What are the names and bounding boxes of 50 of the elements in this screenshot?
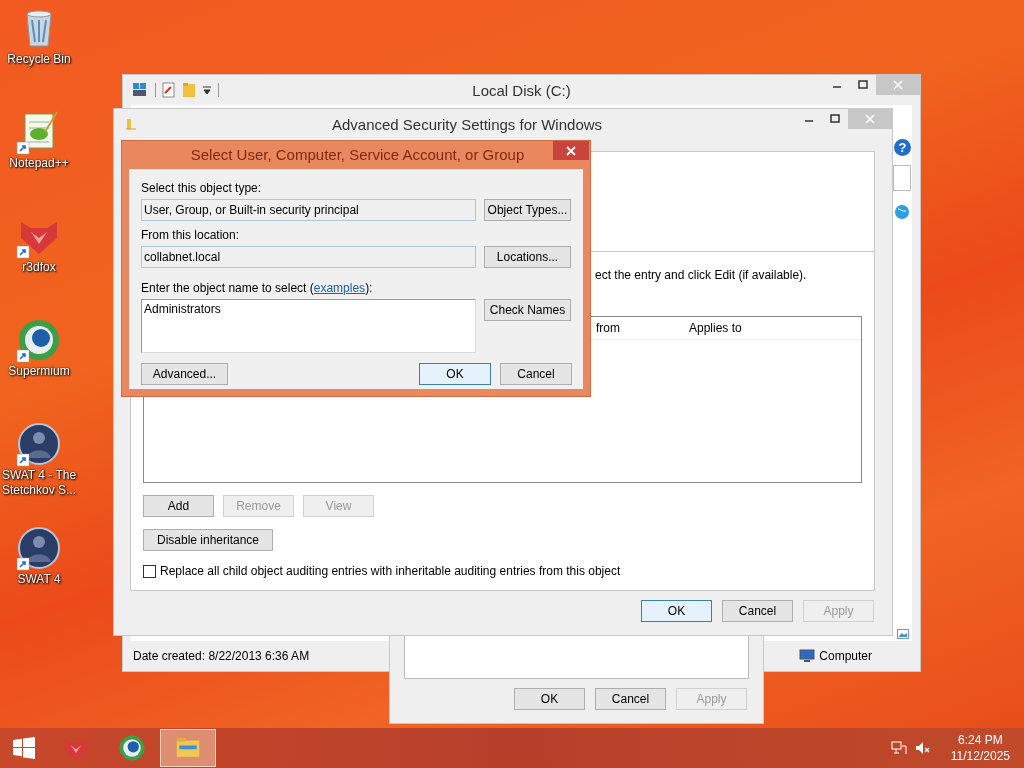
object-type-field: User, Group, or Built-in security principal	[141, 199, 476, 221]
volume-muted-icon[interactable]	[914, 740, 931, 756]
field-label: Enter the object name to select (examples):	[141, 281, 374, 296]
examples-link[interactable]: examples	[313, 281, 366, 295]
check-names-button[interactable]: Check Names	[484, 299, 571, 321]
dialog-button[interactable]: OK	[641, 600, 712, 622]
dialog-button[interactable]: OK	[514, 688, 585, 710]
dialog-button[interactable]: Cancel	[595, 688, 666, 710]
computer-icon	[799, 649, 816, 663]
field-label: From this location:	[141, 228, 241, 243]
advanced-button[interactable]: Advanced...	[141, 363, 228, 385]
dialog-button[interactable]: Cancel	[722, 600, 793, 622]
icon-label[interactable]: SWAT 4	[1, 572, 77, 587]
column-header[interactable]: from	[596, 321, 689, 335]
computer-icon[interactable]	[131, 82, 149, 98]
column-header[interactable]: Applies to	[689, 321, 861, 335]
help-button[interactable]: ?	[894, 139, 911, 156]
status-text: Date created: 8/22/2013 6:36 AM	[133, 649, 310, 663]
properties-icon[interactable]	[162, 82, 176, 98]
maximize-icon[interactable]	[858, 80, 868, 90]
checkbox-label: Replace all child object auditing entries with inheritable auditing entries from this object	[160, 564, 621, 578]
thumbnail-view-icon[interactable]	[897, 629, 909, 639]
dropdown-icon[interactable]	[202, 85, 212, 95]
location-label: Computer	[819, 649, 872, 663]
dialog-button[interactable]: Cancel	[500, 363, 572, 385]
clock-time[interactable]: 6:24 PM	[958, 732, 1003, 748]
folder-icon	[124, 117, 138, 131]
soldier-shortcut-icon[interactable]	[15, 524, 63, 572]
object-types-button[interactable]: Object Types...	[484, 199, 571, 221]
entry-button[interactable]: Add	[143, 495, 214, 517]
window-title: Advanced Security Settings for Windows	[330, 115, 604, 133]
close-icon[interactable]	[566, 145, 576, 156]
window-title: Local Disk (C:)	[471, 81, 572, 99]
windows-logo-icon[interactable]	[12, 736, 36, 760]
object-names-field[interactable]: Administrators	[141, 299, 476, 353]
network-icon[interactable]	[890, 740, 907, 756]
browser-icon[interactable]	[117, 733, 147, 763]
disable-inheritance-button[interactable]: Disable inheritance	[143, 529, 273, 551]
dialog-button[interactable]: OK	[419, 363, 491, 385]
checkbox[interactable]	[143, 564, 156, 578]
locations-button[interactable]: Locations...	[484, 246, 571, 268]
location-field: collabnet.local	[141, 246, 476, 268]
field-label: Select this object type:	[141, 181, 263, 196]
search-field[interactable]	[893, 165, 911, 191]
clock-date[interactable]: 11/12/2025	[950, 748, 1010, 764]
close-button[interactable]	[553, 141, 589, 160]
soldier-shortcut-icon[interactable]	[15, 420, 63, 468]
dialog-title: Select User, Computer, Service Account, or Group	[189, 146, 526, 163]
instruction-text: ect the entry and click Edit (if available).	[594, 268, 808, 282]
maximize-icon[interactable]	[830, 114, 840, 124]
